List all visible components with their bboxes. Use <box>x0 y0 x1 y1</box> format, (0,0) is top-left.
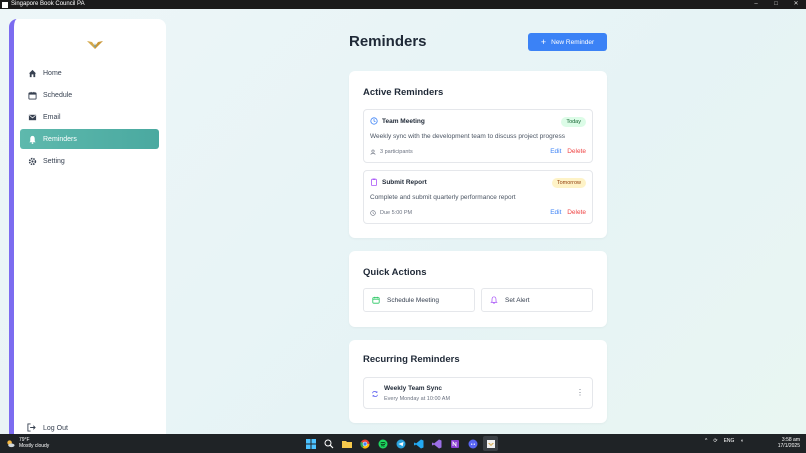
recurring-title: Weekly Team Sync <box>384 385 442 392</box>
sidebar-item-label: Home <box>43 69 62 77</box>
active-reminders-title: Active Reminders <box>363 87 444 98</box>
search-icon[interactable] <box>321 436 336 451</box>
set-alert-button[interactable]: Set Alert <box>481 288 593 312</box>
reminder-description: Weekly sync with the development team to… <box>370 133 565 140</box>
window-title: Singapore Book Council PA <box>11 1 85 7</box>
plus-icon: + <box>540 36 547 47</box>
page-title: Reminders <box>349 33 427 50</box>
mail-icon <box>27 112 37 122</box>
delete-link[interactable]: Delete <box>567 148 586 155</box>
status-badge: Tomorrow <box>551 178 586 188</box>
close-button[interactable]: ✕ <box>786 0 806 9</box>
sidebar-item-home[interactable]: Home <box>20 63 159 83</box>
clock-icon <box>370 210 376 216</box>
active-reminders-card: Active Reminders Team Meeting Today Week… <box>349 71 607 238</box>
brand-logo-icon <box>87 41 103 49</box>
taskbar-apps <box>303 436 501 451</box>
participants-count: 3 participants <box>380 149 413 155</box>
vscode-icon[interactable] <box>411 436 426 451</box>
sidebar: Home Schedule Email Reminders Setting Lo… <box>9 19 166 434</box>
recurring-reminders-title: Recurring Reminders <box>363 354 460 365</box>
repeat-icon <box>372 391 378 397</box>
weather-cloud-icon <box>7 439 15 447</box>
weather-condition: Mostly cloudy <box>19 443 50 449</box>
chrome-icon[interactable] <box>357 436 372 451</box>
user-icon <box>370 149 376 155</box>
weather-widget[interactable]: 79°F Mostly cloudy <box>6 437 49 449</box>
app-taskbar-icon[interactable] <box>483 436 498 451</box>
recurring-item[interactable]: Weekly Team Sync Every Monday at 10:00 A… <box>363 377 593 409</box>
minimize-button[interactable]: – <box>746 0 766 9</box>
volume-icon[interactable]: ◖ <box>740 438 743 444</box>
reminder-actions: Edit Delete <box>550 209 586 216</box>
reminder-meta: 3 participants <box>370 149 413 155</box>
home-icon <box>27 68 37 78</box>
status-badge: Today <box>561 117 586 127</box>
system-tray: ^ ⟳ ENG ◖ <box>705 438 749 444</box>
due-time: Due 5:00 PM <box>380 210 413 216</box>
clipboard-icon <box>371 178 377 186</box>
sidebar-item-label: Email <box>43 113 61 121</box>
telegram-icon[interactable] <box>393 436 408 451</box>
logout-label: Log Out <box>43 424 68 432</box>
more-options-icon[interactable]: ⋮ <box>576 388 584 397</box>
quick-actions-card: Quick Actions Schedule Meeting Set Alert <box>349 251 607 327</box>
maximize-button[interactable]: □ <box>766 0 786 9</box>
chevron-up-icon[interactable]: ^ <box>705 438 707 444</box>
sidebar-nav: Home Schedule Email Reminders Setting <box>20 63 159 173</box>
bell-icon <box>27 134 37 144</box>
spotify-icon[interactable] <box>375 436 390 451</box>
reminder-meta: Due 5:00 PM <box>370 210 412 216</box>
recurring-reminders-card: Recurring Reminders Weekly Team Sync Eve… <box>349 340 607 423</box>
app-icon <box>2 1 8 8</box>
reminder-title: Submit Report <box>382 179 427 186</box>
delete-link[interactable]: Delete <box>567 209 586 216</box>
reminder-description: Complete and submit quarterly performanc… <box>370 194 516 201</box>
reminder-item[interactable]: Team Meeting Today Weekly sync with the … <box>363 109 593 163</box>
recurring-schedule: Every Monday at 10:00 AM <box>384 396 451 402</box>
sidebar-item-setting[interactable]: Setting <box>20 151 159 171</box>
logout-icon <box>27 423 37 433</box>
new-reminder-label: New Reminder <box>551 38 595 46</box>
start-icon[interactable] <box>303 436 318 451</box>
reminder-item[interactable]: Submit Report Tomorrow Complete and subm… <box>363 170 593 224</box>
app-content: Home Schedule Email Reminders Setting Lo… <box>0 9 806 434</box>
edit-link[interactable]: Edit <box>550 209 561 216</box>
onenote-icon[interactable] <box>447 436 462 451</box>
sync-icon[interactable]: ⟳ <box>713 438 717 444</box>
quick-actions-title: Quick Actions <box>363 267 427 278</box>
calendar-icon <box>372 296 380 304</box>
sidebar-item-reminders[interactable]: Reminders <box>20 129 159 149</box>
clock-icon <box>370 117 378 125</box>
edit-link[interactable]: Edit <box>550 148 561 155</box>
visual-studio-icon[interactable] <box>429 436 444 451</box>
schedule-meeting-button[interactable]: Schedule Meeting <box>363 288 475 312</box>
window-titlebar: Singapore Book Council PA – □ ✕ <box>0 0 806 9</box>
bell-icon <box>490 296 498 304</box>
new-reminder-button[interactable]: + New Reminder <box>528 33 607 51</box>
reminder-title: Team Meeting <box>382 118 425 125</box>
language-indicator[interactable]: ENG <box>724 438 735 444</box>
clock-date: 17/1/2025 <box>777 443 800 449</box>
taskbar-clock[interactable]: 3:58 am 17/1/2025 <box>778 437 800 449</box>
schedule-meeting-label: Schedule Meeting <box>387 296 440 304</box>
logout-button[interactable]: Log Out <box>27 423 68 433</box>
file-explorer-icon[interactable] <box>339 436 354 451</box>
set-alert-label: Set Alert <box>505 296 530 304</box>
calendar-icon <box>27 90 37 100</box>
sidebar-item-label: Schedule <box>43 91 73 99</box>
sidebar-item-email[interactable]: Email <box>20 107 159 127</box>
taskbar: 79°F Mostly cloudy ^ ⟳ ENG ◖ 3:58 am 17/… <box>0 434 806 453</box>
sidebar-item-schedule[interactable]: Schedule <box>20 85 159 105</box>
sidebar-item-label: Reminders <box>43 135 77 143</box>
gear-icon <box>27 156 37 166</box>
sidebar-item-label: Setting <box>43 157 65 165</box>
discord-icon[interactable] <box>465 436 480 451</box>
reminder-actions: Edit Delete <box>550 148 586 155</box>
